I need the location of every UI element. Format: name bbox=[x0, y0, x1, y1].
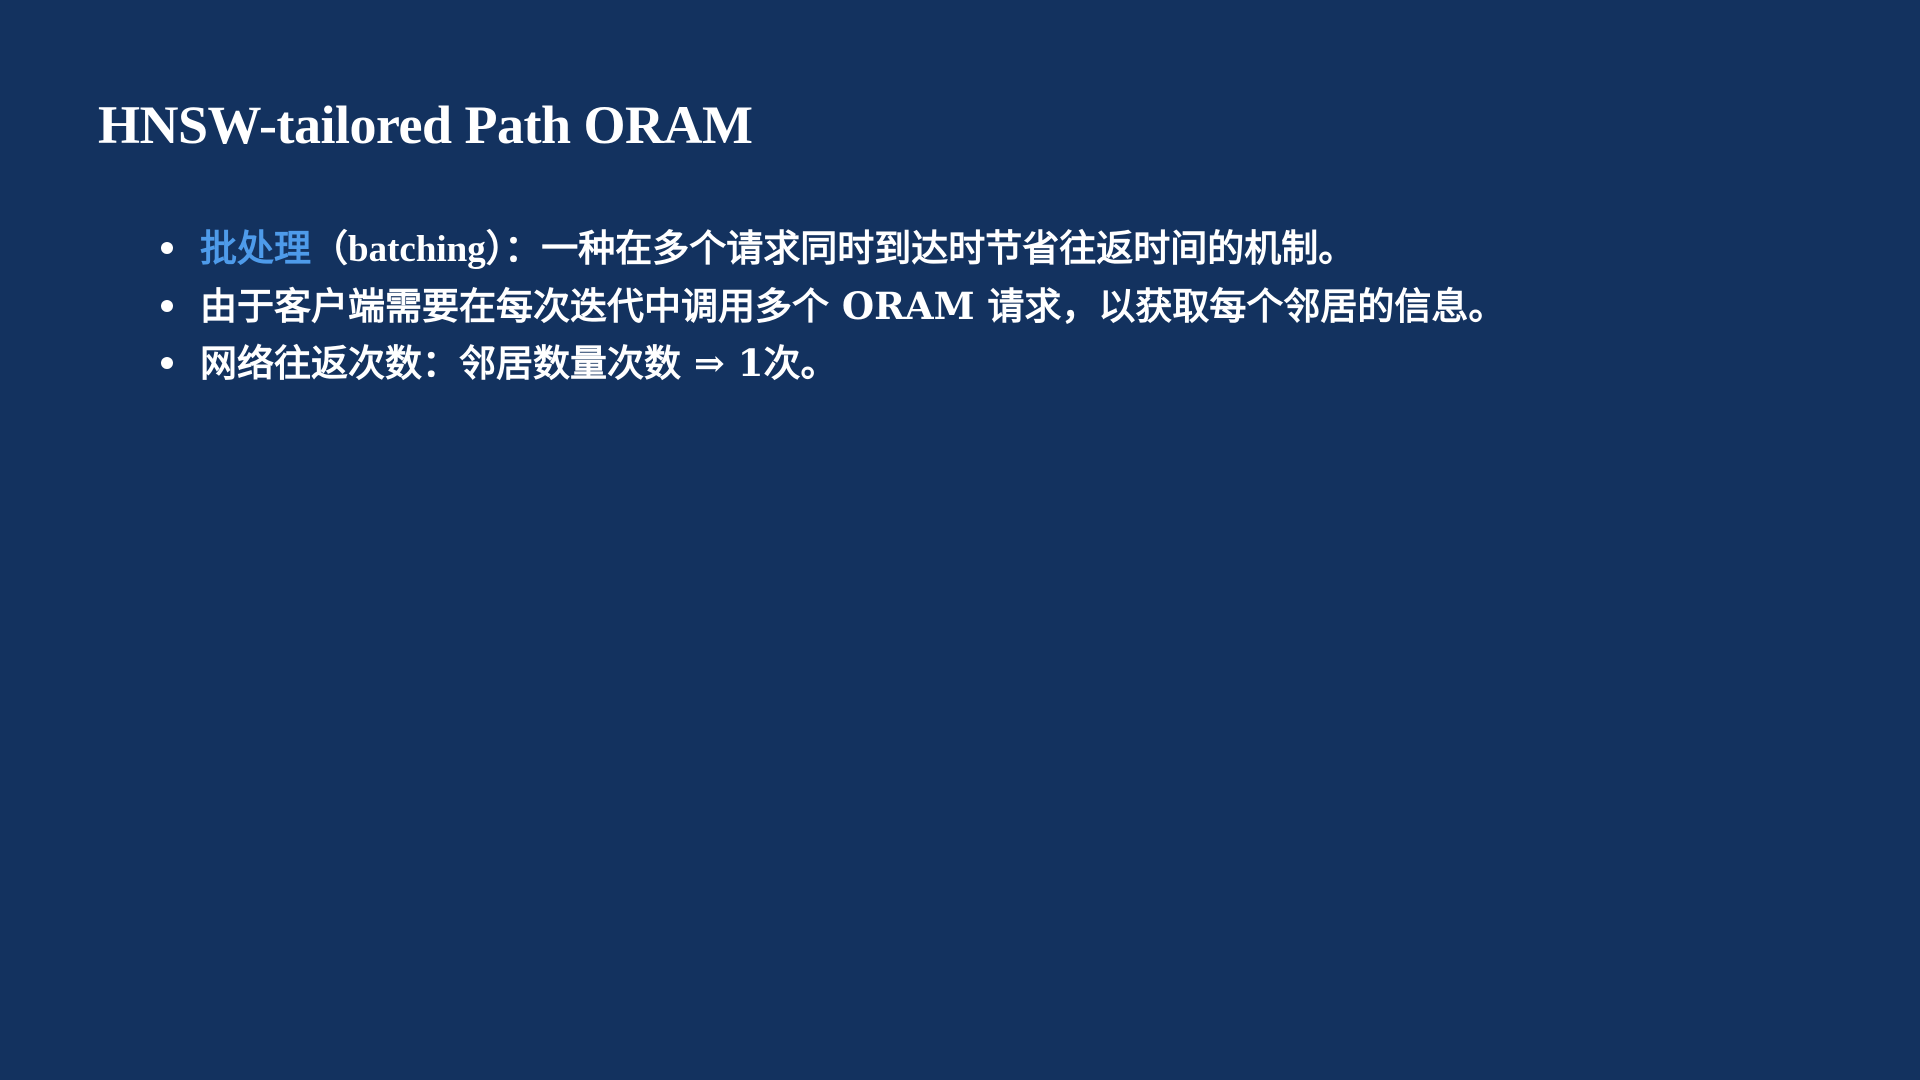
slide: HNSW-tailored Path ORAM 批处理（batching）：一种… bbox=[0, 0, 1920, 1080]
bullet-item-reason: 由于客户端需要在每次迭代中调用多个 ORAM 请求，以获取每个邻居的信息。 bbox=[158, 278, 1858, 335]
bullet-list: 批处理（batching）：一种在多个请求同时到达时节省往返时间的机制。 由于客… bbox=[158, 220, 1858, 392]
bullet-text: 由于客户端需要在每次迭代中调用多个 ORAM 请求，以获取每个邻居的信息。 bbox=[200, 284, 1506, 328]
bullet-item-round-trips: 网络往返次数：邻居数量次数 ⇒ 1次。 bbox=[158, 335, 1858, 392]
slide-title: HNSW-tailored Path ORAM bbox=[98, 95, 753, 155]
bullet-dot-icon bbox=[161, 242, 173, 254]
bullet-dot-icon bbox=[161, 300, 173, 312]
term-parenthetical: （batching） bbox=[311, 229, 505, 270]
highlight-term: 批处理 bbox=[200, 226, 311, 270]
bullet-item-batching: 批处理（batching）：一种在多个请求同时到达时节省往返时间的机制。 bbox=[158, 220, 1858, 278]
bullet-text: 网络往返次数：邻居数量次数 ⇒ 1次。 bbox=[200, 341, 838, 385]
bullet-text: ：一种在多个请求同时到达时节省往返时间的机制。 bbox=[504, 226, 1356, 270]
bullet-dot-icon bbox=[161, 357, 173, 369]
